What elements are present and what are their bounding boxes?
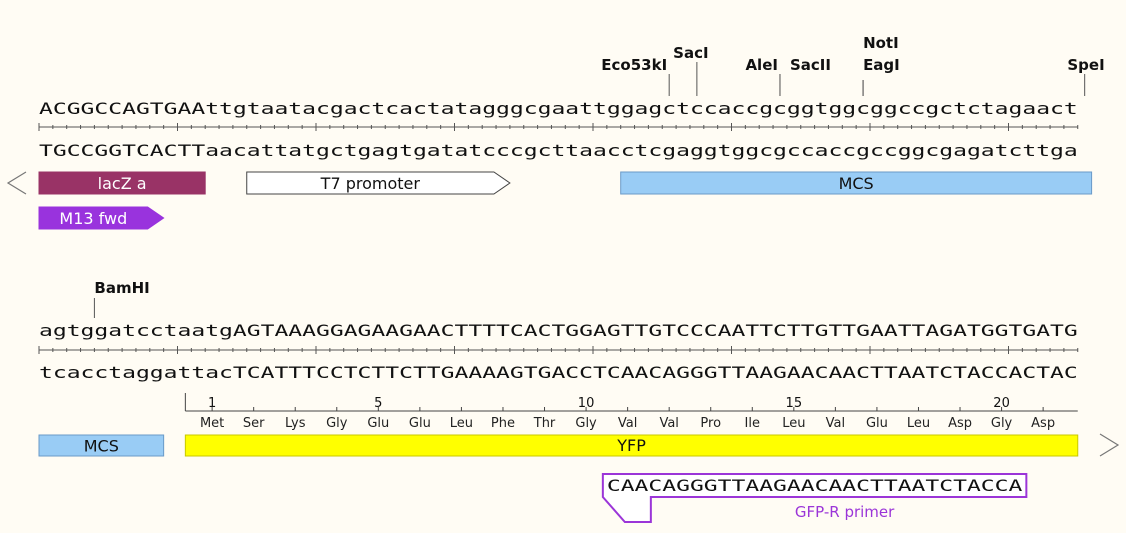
amino-acid: Met <box>200 416 224 431</box>
enzyme-label-eco53ki[interactable]: Eco53kI <box>601 56 667 74</box>
amino-acid: Ser <box>243 416 265 431</box>
amino-acid: Lys <box>285 416 306 431</box>
amino-acid: Gly <box>326 416 348 431</box>
amino-acid: Val <box>826 416 845 431</box>
amino-acid: Thr <box>533 416 556 431</box>
enzyme-label-noti[interactable]: NotI <box>863 34 899 52</box>
feature-mcs-label: MCS <box>84 437 119 456</box>
top-strand: ACGGCCAGTGAAttgtaatacgactcactatagggcgaat… <box>39 99 1078 118</box>
amino-acid: Glu <box>866 416 888 431</box>
amino-acid: Gly <box>575 416 597 431</box>
amino-acid: Asp <box>948 416 972 431</box>
sequence-map: Eco53kI SacI AleI SacII NotI EagI SpeI ACGGCCAG… <box>6 34 1120 523</box>
feature-yfp-label: YFP <box>616 436 646 455</box>
direction-right-arrow-icon <box>1099 433 1120 457</box>
enzyme-label-alei[interactable]: AleI <box>745 56 778 74</box>
sequence-row-1: Eco53kI SacI AleI SacII NotI EagI SpeI ACGGCCAG… <box>6 34 1105 230</box>
amino-acid: Pro <box>700 416 721 431</box>
codon-number: 20 <box>993 396 1010 411</box>
sequence-row-2: BamHI agtggatcctaatgAGTAAAGGAGAAGAACTTTTC… <box>38 279 1120 523</box>
codon-number: 10 <box>578 396 595 411</box>
feature-lacz-a-label: lacZ a <box>98 174 147 193</box>
bottom-strand: TGCCGGTCACTTaacattatgctgagtgatatcccgctta… <box>39 141 1078 160</box>
codon-number: 5 <box>374 396 382 411</box>
direction-left-arrow-icon <box>6 171 27 195</box>
amino-acid: Asp <box>1031 416 1055 431</box>
amino-acid: Val <box>618 416 637 431</box>
amino-acid: Val <box>659 416 678 431</box>
amino-acid: Glu <box>409 416 431 431</box>
gfp-r-primer[interactable]: CAACAGGGTTAAGAACAACTTAATCTACCA GFP-R prim… <box>601 473 1028 523</box>
amino-acid: Glu <box>367 416 389 431</box>
primer-label: GFP-R primer <box>795 503 895 521</box>
amino-acid: Gly <box>991 416 1013 431</box>
feature-m13-fwd-label: M13 fwd <box>59 209 127 228</box>
enzyme-label-sacii[interactable]: SacII <box>790 56 831 74</box>
codon-number: 15 <box>786 396 803 411</box>
enzyme-label-bamhi[interactable]: BamHI <box>94 279 149 297</box>
amino-acid: Leu <box>450 416 473 431</box>
bottom-strand: tcacctaggattacTCATTTCCTCTTCTTGAAAAGTGACC… <box>39 363 1078 382</box>
top-strand: agtggatcctaatgAGTAAAGGAGAAGAACTTTTCACTGG… <box>39 321 1078 340</box>
feature-t7-promoter-label: T7 promoter <box>320 174 421 193</box>
enzyme-label-spei[interactable]: SpeI <box>1067 56 1104 74</box>
amino-acid: Leu <box>907 416 930 431</box>
enzyme-label-eagi[interactable]: EagI <box>863 56 900 74</box>
amino-acid: Leu <box>782 416 805 431</box>
primer-sequence: CAACAGGGTTAAGAACAACTTAATCTACCA <box>607 476 1023 495</box>
amino-acid: Ile <box>745 416 760 431</box>
enzyme-label-saci[interactable]: SacI <box>673 44 708 62</box>
amino-acid: Phe <box>491 416 515 431</box>
codon-number: 1 <box>208 396 216 411</box>
feature-mcs-label: MCS <box>839 174 874 193</box>
